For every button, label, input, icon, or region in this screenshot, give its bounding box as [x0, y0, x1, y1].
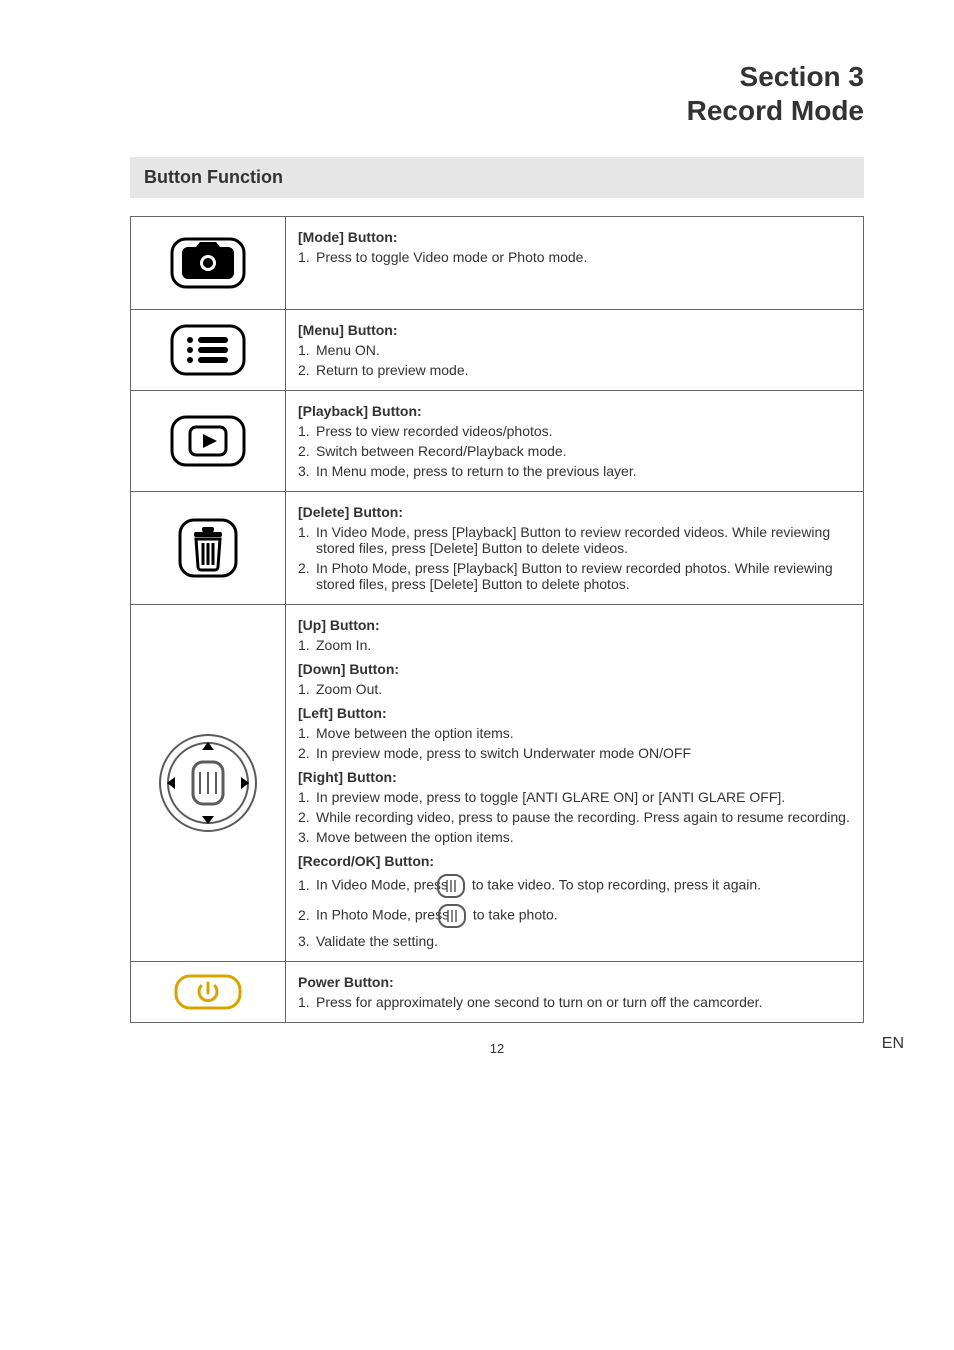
list-item: 1.Press to toggle Video mode or Photo mo… [298, 247, 851, 267]
record-ok-icon [454, 873, 466, 899]
header-line1: Section 3 [130, 60, 864, 94]
list-item: 1.Menu ON. [298, 340, 851, 360]
table-row: [Menu] Button: 1.Menu ON. 2.Return to pr… [131, 310, 864, 391]
list-item: 1.Press for approximately one second to … [298, 992, 851, 1012]
record-ok-icon [455, 903, 467, 929]
right-heading: [Right] Button: [298, 769, 851, 785]
list-item: 1.In Video Mode, press to take video. To… [298, 871, 851, 901]
desc-cell-mode: [Mode] Button: 1.Press to toggle Video m… [286, 217, 864, 310]
list-item: 2.Switch between Record/Playback mode. [298, 441, 851, 461]
section-title-bar: Button Function [130, 157, 864, 198]
table-row: [Playback] Button: 1.Press to view recor… [131, 391, 864, 492]
menu-icon [168, 322, 248, 378]
list-item: 2.In Photo Mode, press [Playback] Button… [298, 558, 851, 594]
list-item: 2.In preview mode, press to switch Under… [298, 743, 851, 763]
list-item: 1.In Video Mode, press [Playback] Button… [298, 522, 851, 558]
list-item: 2.While recording video, press to pause … [298, 807, 851, 827]
list-item: 2.In Photo Mode, press to take photo. [298, 901, 851, 931]
icon-cell-mode [131, 217, 286, 310]
desc-cell-dpad: [Up] Button: 1.Zoom In. [Down] Button: 1… [286, 605, 864, 962]
desc-cell-menu: [Menu] Button: 1.Menu ON. 2.Return to pr… [286, 310, 864, 391]
button-function-table: [Mode] Button: 1.Press to toggle Video m… [130, 216, 864, 1023]
camera-icon [168, 235, 248, 291]
list-item: 2.Return to preview mode. [298, 360, 851, 380]
page-footer: 12 EN [130, 1041, 864, 1065]
list-item: 3.In Menu mode, press to return to the p… [298, 461, 851, 481]
list-item: 3.Move between the option items. [298, 827, 851, 847]
language-code: EN [882, 1035, 904, 1053]
left-heading: [Left] Button: [298, 705, 851, 721]
icon-cell-power [131, 962, 286, 1023]
table-row: [Delete] Button: 1.In Video Mode, press … [131, 492, 864, 605]
up-heading: [Up] Button: [298, 617, 851, 633]
desc-cell-playback: [Playback] Button: 1.Press to view recor… [286, 391, 864, 492]
delete-heading: [Delete] Button: [298, 504, 851, 520]
dpad-icon [153, 728, 263, 838]
list-item: 1.Zoom Out. [298, 679, 851, 699]
header-line2: Record Mode [130, 94, 864, 128]
menu-heading: [Menu] Button: [298, 322, 851, 338]
playback-heading: [Playback] Button: [298, 403, 851, 419]
page-header: Section 3 Record Mode [130, 60, 864, 127]
trash-icon [176, 516, 240, 580]
power-icon [173, 973, 243, 1011]
icon-cell-menu [131, 310, 286, 391]
list-item: 1.Move between the option items. [298, 723, 851, 743]
table-row: Power Button: 1.Press for approximately … [131, 962, 864, 1023]
record-heading: [Record/OK] Button: [298, 853, 851, 869]
power-heading: Power Button: [298, 974, 851, 990]
list-item: 3.Validate the setting. [298, 931, 851, 951]
icon-cell-playback [131, 391, 286, 492]
desc-cell-power: Power Button: 1.Press for approximately … [286, 962, 864, 1023]
list-item: 1.In preview mode, press to toggle [ANTI… [298, 787, 851, 807]
playback-icon [168, 413, 248, 469]
icon-cell-dpad [131, 605, 286, 962]
desc-cell-delete: [Delete] Button: 1.In Video Mode, press … [286, 492, 864, 605]
mode-heading: [Mode] Button: [298, 229, 851, 245]
table-row: [Up] Button: 1.Zoom In. [Down] Button: 1… [131, 605, 864, 962]
table-row: [Mode] Button: 1.Press to toggle Video m… [131, 217, 864, 310]
list-item: 1.Press to view recorded videos/photos. [298, 421, 851, 441]
down-heading: [Down] Button: [298, 661, 851, 677]
icon-cell-delete [131, 492, 286, 605]
page-number: 12 [130, 1041, 864, 1056]
list-item: 1.Zoom In. [298, 635, 851, 655]
